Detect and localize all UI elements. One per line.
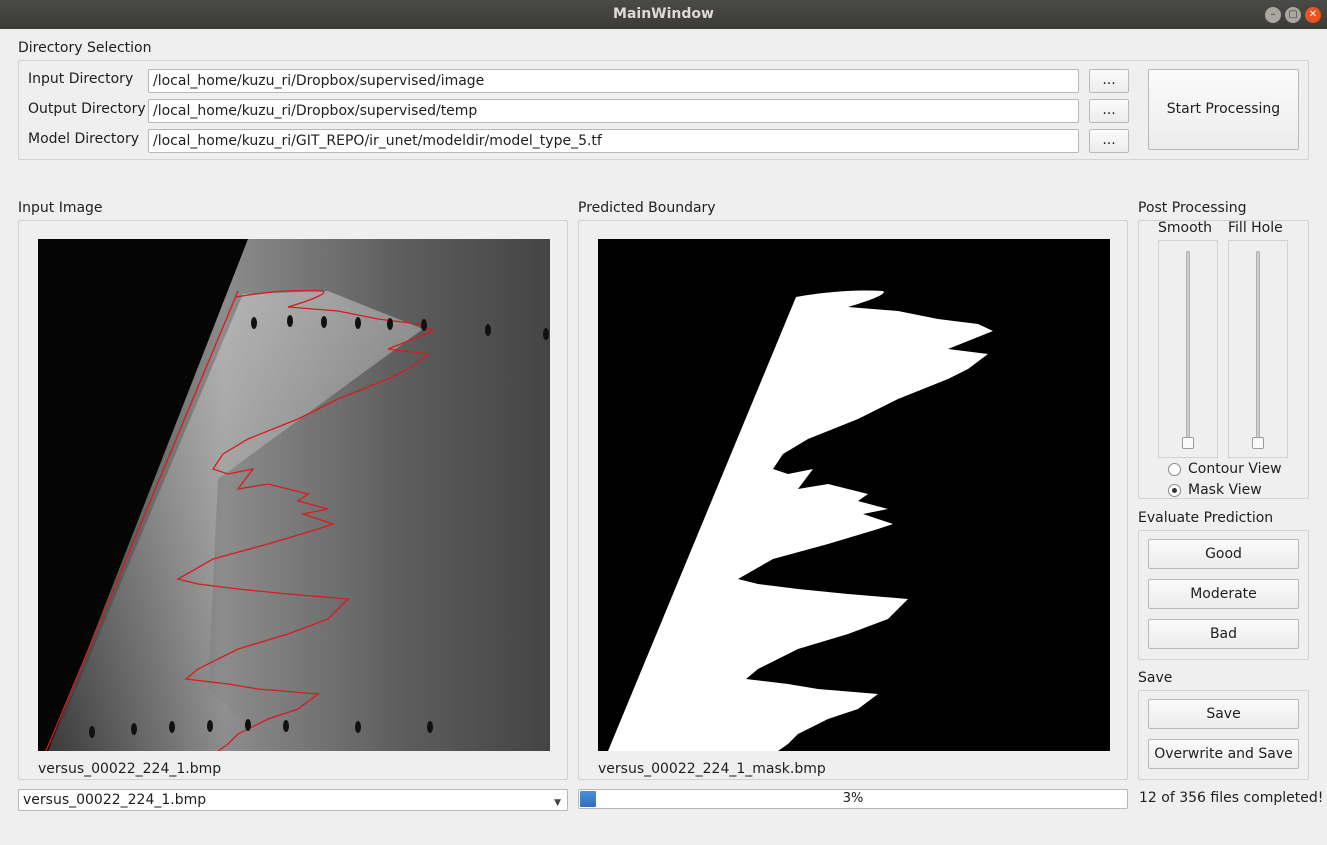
predicted-mask-render [598, 239, 1110, 751]
model-directory-field[interactable]: /local_home/kuzu_ri/GIT_REPO/ir_unet/mod… [148, 129, 1079, 153]
smooth-label: Smooth [1158, 220, 1213, 236]
input-browse-button[interactable]: ... [1089, 69, 1129, 93]
smooth-slider-frame [1158, 240, 1218, 458]
bad-button[interactable]: Bad [1148, 619, 1299, 649]
input-image-render [38, 239, 550, 751]
input-image-title: Input Image [18, 200, 103, 216]
overwrite-and-save-button[interactable]: Overwrite and Save [1148, 739, 1299, 769]
mask-view-label[interactable]: Mask View [1188, 482, 1262, 498]
save-button[interactable]: Save [1148, 699, 1299, 729]
save-title: Save [1138, 670, 1173, 686]
window-title: MainWindow [613, 6, 714, 22]
main-window: Directory Selection Input Directory /loc… [0, 29, 1327, 845]
file-select-value: versus_00022_224_1.bmp [23, 792, 207, 808]
predicted-boundary-title: Predicted Boundary [578, 200, 716, 216]
evaluate-prediction-title: Evaluate Prediction [1138, 510, 1274, 526]
minimize-icon[interactable]: – [1265, 7, 1281, 23]
maximize-icon[interactable]: ▢ [1285, 7, 1301, 23]
model-directory-label: Model Directory [28, 131, 140, 147]
predicted-mask-image [598, 239, 1110, 751]
input-image [38, 239, 550, 751]
dropdown-arrow-icon: ▼ [554, 798, 561, 808]
input-directory-label: Input Directory [28, 71, 134, 87]
status-text: 12 of 356 files completed! [1139, 790, 1324, 806]
contour-view-label[interactable]: Contour View [1188, 461, 1282, 477]
input-directory-field[interactable]: /local_home/kuzu_ri/Dropbox/supervised/i… [148, 69, 1079, 93]
fill-hole-slider-handle[interactable] [1252, 437, 1264, 449]
fill-hole-slider-track[interactable] [1256, 251, 1260, 447]
smooth-slider-track[interactable] [1186, 251, 1190, 447]
directory-section-title: Directory Selection [18, 40, 152, 56]
contour-view-radio[interactable] [1168, 463, 1181, 476]
start-processing-button[interactable]: Start Processing [1148, 69, 1299, 150]
moderate-button[interactable]: Moderate [1148, 579, 1299, 609]
progress-bar: 3% [578, 789, 1128, 809]
file-select-dropdown[interactable]: versus_00022_224_1.bmp ▼ [18, 789, 568, 811]
post-processing-title: Post Processing [1138, 200, 1247, 216]
title-bar: MainWindow – ▢ ✕ [0, 0, 1327, 29]
smooth-slider-handle[interactable] [1182, 437, 1194, 449]
input-image-filename: versus_00022_224_1.bmp [38, 761, 222, 777]
predicted-mask-filename: versus_00022_224_1_mask.bmp [598, 761, 826, 777]
fill-hole-label: Fill Hole [1228, 220, 1283, 236]
model-browse-button[interactable]: ... [1089, 129, 1129, 153]
mask-view-radio[interactable] [1168, 484, 1181, 497]
progress-text: 3% [842, 791, 864, 806]
output-browse-button[interactable]: ... [1089, 99, 1129, 123]
output-directory-label: Output Directory [28, 101, 146, 117]
fill-hole-slider-frame [1228, 240, 1288, 458]
close-icon[interactable]: ✕ [1305, 7, 1321, 23]
output-directory-field[interactable]: /local_home/kuzu_ri/Dropbox/supervised/t… [148, 99, 1079, 123]
good-button[interactable]: Good [1148, 539, 1299, 569]
